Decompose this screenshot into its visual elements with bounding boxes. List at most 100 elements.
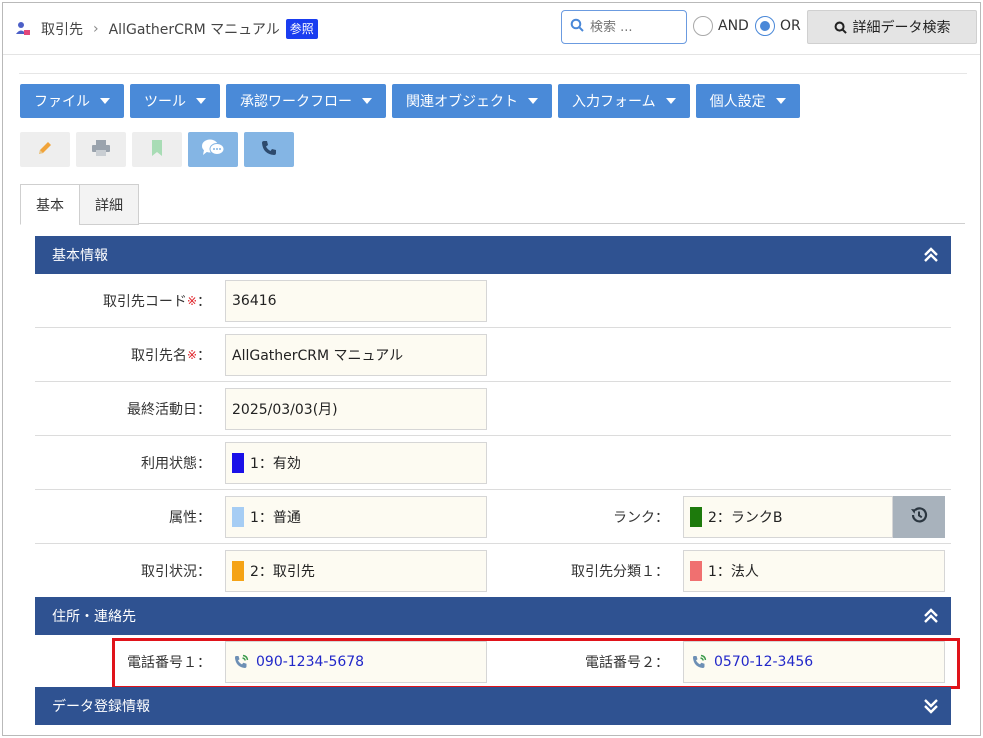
tab-label: 基本: [36, 197, 64, 214]
or-label: OR: [780, 18, 801, 34]
bookmark-button[interactable]: [132, 132, 182, 167]
required-mark: ※: [186, 294, 197, 308]
chevron-double-up-icon[interactable]: [921, 245, 941, 265]
caret-down-icon: [528, 98, 538, 104]
call-button[interactable]: [244, 132, 294, 167]
value-text: AllGatherCRM マニュアル: [232, 348, 404, 364]
advanced-search-label: 詳細データ検索: [852, 20, 951, 36]
menu-bar: ファイル ツール 承認ワークフロー 関連オブジェクト 入力フォーム 個人設定: [20, 84, 800, 118]
field-row-last-activity: 最終活動日： 2025/03/03(月): [35, 382, 951, 436]
value-text: 36416: [232, 293, 277, 309]
tab-basic[interactable]: 基本: [20, 184, 80, 225]
status-color-swatch: [232, 453, 244, 473]
rank-history-button[interactable]: [893, 496, 945, 538]
label-text: 取引先名: [130, 348, 187, 364]
reference-badge: 参照: [285, 19, 318, 39]
section-header-registration[interactable]: データ登録情報: [35, 687, 951, 725]
field-value-trade-status[interactable]: 2：取引先: [225, 550, 487, 592]
field-label-name: 取引先名 ※：: [35, 328, 211, 382]
field-value-rank[interactable]: 2：ランクB: [683, 496, 893, 538]
breadcrumb-root[interactable]: 取引先: [41, 19, 83, 39]
content-divider: [19, 73, 967, 74]
search-box[interactable]: [561, 10, 687, 44]
field-value-code[interactable]: 36416: [225, 280, 487, 322]
search-icon: [834, 21, 847, 34]
menu-tools[interactable]: ツール: [130, 84, 220, 118]
chat-button[interactable]: [188, 132, 238, 167]
app-window: 取引先 › AllGatherCRM マニュアル 参照 AND OR 詳細データ…: [2, 2, 981, 736]
menu-approval-workflow[interactable]: 承認ワークフロー: [226, 84, 386, 118]
chevron-double-down-icon[interactable]: [921, 696, 941, 716]
value-text: 1：普通: [250, 510, 301, 526]
history-icon: [909, 505, 929, 529]
field-value-category1[interactable]: 1：法人: [683, 550, 945, 592]
print-button[interactable]: [76, 132, 126, 167]
tab-bar: 基本 詳細: [20, 184, 965, 225]
required-mark: ※: [186, 348, 197, 362]
field-label-code: 取引先コード ※：: [35, 274, 211, 328]
chat-icon: [201, 138, 225, 162]
tab-label: 詳細: [95, 197, 123, 214]
menu-label: 関連オブジェクト: [406, 94, 518, 110]
field-label-rank: ランク：: [613, 510, 669, 526]
menu-label: ツール: [144, 94, 186, 110]
field-row-code: 取引先コード ※： 36416: [35, 274, 951, 328]
field-row-attribute-rank: 属性： 1：普通 ランク： 2：ランクB: [35, 490, 951, 544]
value-text: 1：有効: [250, 456, 301, 472]
advanced-search-button[interactable]: 詳細データ検索: [807, 10, 977, 44]
search-input[interactable]: [590, 19, 680, 35]
section-title: 住所・連絡先: [52, 609, 136, 625]
menu-file[interactable]: ファイル: [20, 84, 124, 118]
section-title: データ登録情報: [52, 699, 150, 715]
caret-down-icon: [775, 98, 786, 104]
and-label: AND: [718, 18, 749, 34]
field-value-last-activity[interactable]: 2025/03/03(月): [225, 388, 487, 430]
field-value-attribute[interactable]: 1：普通: [225, 496, 487, 538]
or-radio[interactable]: OR: [755, 16, 801, 36]
label-suffix: ：: [197, 348, 211, 364]
header-bar: 取引先 › AllGatherCRM マニュアル 参照 AND OR 詳細データ…: [3, 3, 980, 55]
label-suffix: ：: [197, 294, 211, 310]
field-label-status: 利用状態：: [141, 456, 211, 472]
toolbar: [20, 132, 294, 167]
printer-icon: [91, 139, 111, 161]
field-row-trade-category: 取引状況： 2：取引先 取引先分類１： 1：法人: [35, 544, 951, 598]
label-text: 取引先コード: [102, 294, 187, 310]
field-value-status[interactable]: 1：有効: [225, 442, 487, 484]
edit-button[interactable]: [20, 132, 70, 167]
field-label-category1: 取引先分類１：: [571, 564, 669, 580]
and-radio[interactable]: AND: [693, 16, 749, 36]
phone-icon: [260, 139, 278, 161]
menu-input-form[interactable]: 入力フォーム: [558, 84, 690, 118]
menu-label: 個人設定: [709, 94, 766, 110]
caret-down-icon: [100, 98, 110, 104]
section-header-address[interactable]: 住所・連絡先: [35, 597, 951, 635]
chevron-right-icon: ›: [93, 21, 99, 37]
value-text: 1：法人: [708, 564, 759, 580]
or-radio-circle[interactable]: [755, 16, 775, 36]
category1-color-swatch: [690, 561, 702, 581]
account-icon: [15, 21, 31, 37]
section-header-basic[interactable]: 基本情報: [35, 236, 951, 274]
field-row-name: 取引先名 ※： AllGatherCRM マニュアル: [35, 328, 951, 382]
search-icon: [570, 18, 584, 36]
menu-label: 承認ワークフロー: [240, 94, 352, 110]
field-value-name[interactable]: AllGatherCRM マニュアル: [225, 334, 487, 376]
bookmark-icon: [150, 139, 164, 161]
trade-status-color-swatch: [232, 561, 244, 581]
chevron-double-up-icon[interactable]: [921, 606, 941, 626]
attribute-color-swatch: [232, 507, 244, 527]
menu-related-objects[interactable]: 関連オブジェクト: [392, 84, 552, 118]
menu-label: ファイル: [34, 94, 90, 110]
rank-color-swatch: [690, 507, 702, 527]
field-label-last-activity: 最終活動日：: [127, 402, 211, 418]
field-label-attribute: 属性：: [169, 510, 211, 526]
value-text: 2：取引先: [250, 564, 315, 580]
menu-personal-settings[interactable]: 個人設定: [695, 84, 800, 118]
section-title: 基本情報: [52, 248, 108, 264]
and-radio-circle[interactable]: [693, 16, 713, 36]
caret-down-icon: [362, 98, 372, 104]
tab-detail[interactable]: 詳細: [79, 184, 139, 225]
value-text: 2：ランクB: [708, 510, 783, 526]
value-text: 2025/03/03(月): [232, 402, 338, 418]
